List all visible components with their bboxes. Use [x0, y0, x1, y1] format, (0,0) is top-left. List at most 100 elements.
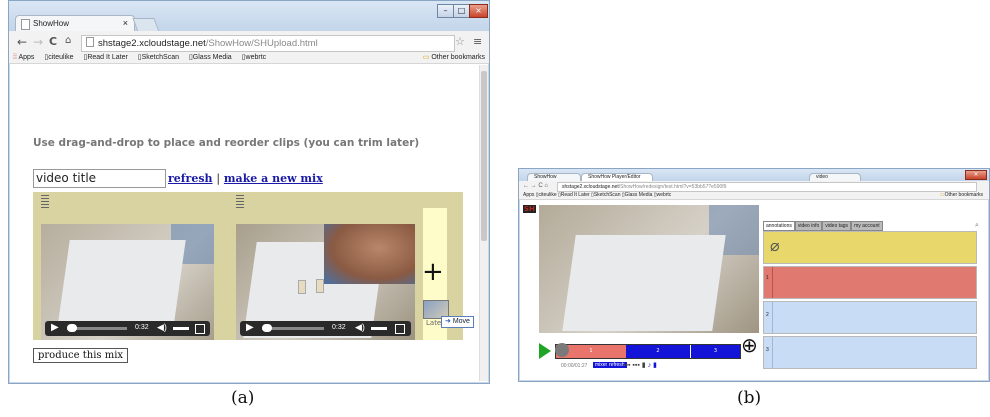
reload-icon[interactable]: C	[49, 35, 57, 48]
seek-handle[interactable]	[67, 324, 77, 332]
new-tab-button[interactable]	[132, 18, 160, 32]
close-button[interactable]: ×	[469, 4, 488, 18]
timeline[interactable]: 1 2 3	[555, 344, 741, 359]
tab-annotations[interactable]: annotations	[763, 221, 795, 231]
bookmarks-bar-a: ⁞⁞ Apps ▯citeulike ▯Read It Later ▯Sketc…	[13, 53, 485, 63]
bookmark-glass-media[interactable]: Glass Media	[625, 192, 653, 198]
clip-2-video[interactable]: ▶ 0:32 ◀)	[236, 224, 415, 340]
card-number: 3	[766, 347, 769, 353]
annotation-card-yellow[interactable]: ⌀	[763, 231, 977, 264]
showhow-logo: SH	[523, 205, 536, 213]
clip-1-time: 0:32	[135, 324, 149, 331]
scrollbar[interactable]	[479, 65, 488, 381]
fullscreen-icon[interactable]	[395, 324, 405, 334]
tab-close-icon[interactable]: ×	[123, 18, 128, 28]
address-bar-b[interactable]: shstage2.xcloudstage.net/ShowHow/redesig…	[557, 182, 977, 192]
timeline-playhead[interactable]	[555, 343, 569, 357]
back-icon[interactable]: ←	[17, 35, 27, 49]
refresh-link[interactable]: refresh	[168, 172, 213, 185]
clip-1-video[interactable]: ▶ 0:32 ◀)	[41, 224, 214, 340]
time-readout: 00:00/01:27	[561, 363, 588, 369]
window-a: ShowHow × – □ × ← → C ⌂ shstage2.xclouds…	[8, 0, 490, 384]
tool-icons[interactable]: ▪▪▪ ▪▪▪ ▮ ♪ ▮	[623, 361, 657, 369]
add-segment-icon[interactable]: ⊕	[741, 335, 758, 355]
instruction-text: Use drag-and-drop to place and reorder c…	[33, 137, 420, 149]
nav-icons-b[interactable]: ← → C ⌂	[523, 183, 548, 189]
bookmark-webrtc[interactable]: webrtc	[657, 192, 672, 198]
card-number: 2	[766, 312, 769, 318]
video-title-value: video title	[36, 171, 97, 185]
bookmark-citeulike[interactable]: citeulike	[48, 54, 73, 61]
add-clip-icon[interactable]: +	[422, 259, 444, 285]
folder-icon: ▭	[422, 54, 430, 61]
card-divider	[772, 302, 773, 333]
volume-slider[interactable]	[371, 327, 387, 330]
drag-handle-icon[interactable]	[41, 195, 49, 208]
make-new-mix-link[interactable]: make a new mix	[224, 172, 323, 185]
clip-2-time: 0:32	[332, 324, 346, 331]
tab-my-account[interactable]: my account	[851, 221, 883, 231]
bookmark-sketchscan[interactable]: SketchScan	[142, 54, 179, 61]
caption-b: (b)	[737, 388, 762, 408]
maximize-button[interactable]: □	[453, 4, 470, 18]
star-icon[interactable]: ☆	[455, 35, 465, 48]
annotation-card-blue-3[interactable]: 3	[763, 336, 977, 369]
produce-button-label: produce this mix	[38, 350, 124, 361]
volume-icon[interactable]: ◀)	[355, 322, 365, 333]
apps-icon: ⁞⁞	[13, 54, 17, 61]
bookmark-apps[interactable]: Apps	[18, 54, 34, 61]
scrollbar-thumb[interactable]	[481, 71, 487, 241]
tab-showhow[interactable]: ShowHow ×	[15, 15, 135, 32]
url-host: shstage2.xcloudstage.net	[98, 38, 206, 49]
bookmark-read-it-later[interactable]: Read It Later	[561, 192, 590, 198]
panel-tabs: annotations video info video tags my accoun…	[763, 212, 883, 231]
window-b: ShowHow ShowHow Player/Editor video × ← …	[518, 168, 990, 382]
hands-image	[324, 224, 415, 284]
link-separator: |	[216, 172, 221, 185]
url-path: /ShowHow/SHUpload.html	[205, 38, 318, 49]
card-number: 1	[766, 275, 769, 281]
tab-title: ShowHow	[33, 19, 70, 28]
play-icon[interactable]: ▶	[246, 322, 254, 333]
bookmark-webrtc[interactable]: webrtc	[246, 54, 267, 61]
bookmark-citeulike[interactable]: citeulike	[539, 192, 557, 198]
forward-icon[interactable]: →	[33, 35, 43, 49]
produce-mix-button[interactable]: produce this mix	[33, 348, 129, 363]
video-title-input[interactable]: video title	[33, 169, 166, 188]
annotation-card-red[interactable]: 1	[763, 266, 977, 299]
card-divider	[772, 267, 773, 298]
home-icon[interactable]: ⌂	[65, 35, 71, 46]
bookmark-apps[interactable]: Apps	[523, 192, 534, 198]
clip-1-controls[interactable]: ▶ 0:32 ◀)	[45, 321, 210, 336]
address-bar[interactable]: shstage2.xcloudstage.net/ShowHow/SHUploa…	[81, 35, 455, 52]
move-tooltip-text: Move	[452, 318, 470, 325]
clip-2-controls[interactable]: ▶ 0:32 ◀)	[240, 321, 411, 336]
paperclip-icon[interactable]: ⌀	[770, 236, 780, 255]
seek-handle[interactable]	[262, 324, 272, 332]
small-object	[316, 279, 324, 293]
bookmark-glass-media[interactable]: Glass Media	[193, 54, 232, 61]
small-object	[298, 280, 306, 294]
other-bookmarks[interactable]: Other bookmarks	[945, 192, 983, 198]
bookmark-sketchscan[interactable]: SketchScan	[594, 192, 621, 198]
expand-icon[interactable]: ⌕	[975, 221, 979, 230]
bookmarks-bar-b: Apps ▯citeulike ▯Read It Later ▯SketchSc…	[523, 192, 983, 198]
play-icon[interactable]: ▶	[51, 322, 59, 333]
close-button-b[interactable]: ×	[965, 170, 987, 180]
play-button[interactable]	[539, 343, 551, 359]
volume-icon[interactable]: ◀)	[157, 322, 167, 333]
tab-video-info[interactable]: video info	[794, 221, 823, 231]
annotation-card-blue-2[interactable]: 2	[763, 301, 977, 334]
timeline-segment-3[interactable]: 3	[691, 345, 740, 358]
minimize-button[interactable]: –	[437, 4, 454, 18]
other-bookmarks[interactable]: Other bookmarks	[431, 54, 485, 61]
timeline-segment-2[interactable]: 2	[626, 345, 690, 358]
main-video[interactable]	[539, 205, 759, 333]
drag-handle-icon[interactable]	[236, 195, 244, 208]
caption-a: (a)	[231, 388, 255, 408]
menu-icon[interactable]: ≡	[473, 35, 482, 48]
volume-slider[interactable]	[173, 327, 189, 330]
bookmark-read-it-later[interactable]: Read It Later	[87, 54, 127, 61]
fullscreen-icon[interactable]	[195, 324, 205, 334]
tab-video-tags[interactable]: video tags	[822, 221, 852, 231]
